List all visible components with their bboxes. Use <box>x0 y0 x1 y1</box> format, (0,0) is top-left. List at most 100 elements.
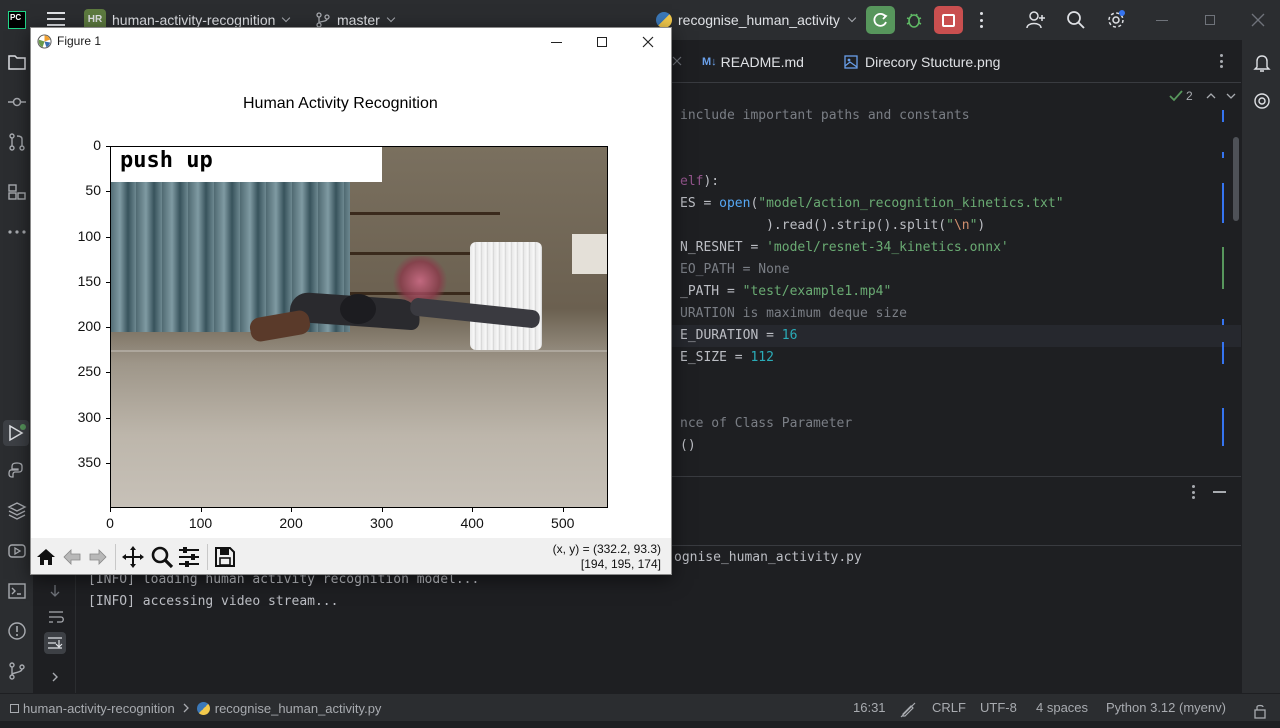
change-marker <box>1222 342 1224 364</box>
save-figure-icon[interactable] <box>213 545 237 574</box>
indent-setting[interactable]: 4 spaces <box>1036 694 1088 722</box>
problems-icon[interactable] <box>6 620 28 642</box>
notifications-icon[interactable] <box>1253 53 1271 78</box>
breadcrumb-project[interactable]: human-activity-recognition <box>23 695 175 722</box>
close-tab-icon[interactable] <box>672 54 684 68</box>
git-branch-icon <box>316 12 330 28</box>
rerun-icon <box>873 12 888 27</box>
rerun-button[interactable] <box>866 6 895 34</box>
python-console-icon[interactable] <box>6 460 28 482</box>
python-file-icon <box>196 701 210 715</box>
code-line: N_RESNET = 'model/resnet-34_kinetics.onn… <box>680 237 1009 259</box>
pull-requests-icon[interactable] <box>6 131 28 153</box>
python-interpreter[interactable]: Python 3.12 (myenv) <box>1106 694 1226 722</box>
more-tools-icon[interactable] <box>6 221 28 243</box>
code-line: E_SIZE = 112 <box>680 347 774 369</box>
git-icon[interactable] <box>6 660 28 682</box>
tab-directory-structure[interactable]: Direcory Stucture.png <box>844 40 1000 83</box>
home-icon[interactable] <box>35 546 57 573</box>
axes-frame <box>110 146 608 508</box>
y-tick-mark <box>106 462 110 464</box>
debug-button[interactable] <box>903 9 925 31</box>
y-tick-mark <box>106 327 110 328</box>
code-token: ES = <box>680 196 720 211</box>
code-token: E_DURATION = <box>680 328 782 343</box>
more-actions-icon[interactable] <box>980 12 984 28</box>
chevron-down-icon[interactable] <box>1225 91 1237 101</box>
zoom-icon[interactable] <box>150 545 174 574</box>
figure-maximize-button[interactable] <box>579 28 625 56</box>
y-tick-mark <box>106 281 110 283</box>
caret-position[interactable]: 16:31 <box>853 694 886 722</box>
configure-subplots-icon[interactable] <box>177 546 201 573</box>
figure-window[interactable]: Figure 1 Human Activity Recognition push… <box>30 27 672 575</box>
code-token: () <box>680 438 696 453</box>
run-config-selector[interactable]: recognise_human_activity <box>656 9 857 31</box>
markdown-file-icon: M↓ <box>702 55 717 68</box>
code-token: ): <box>703 174 720 189</box>
file-encoding[interactable]: UTF-8 <box>980 694 1017 722</box>
structure-tool-icon[interactable] <box>6 181 28 203</box>
close-window-button[interactable] <box>1246 10 1270 30</box>
back-icon[interactable] <box>61 546 83 573</box>
settings-icon[interactable] <box>1106 10 1126 35</box>
search-icon[interactable] <box>1066 10 1086 35</box>
readonly-toggle-icon[interactable] <box>900 700 916 718</box>
code-line: elf): <box>680 171 719 193</box>
run-tool-icon[interactable] <box>3 420 29 446</box>
code-line: () <box>680 435 696 457</box>
y-tick-label: 50 <box>85 182 101 199</box>
x-tick-label: 0 <box>106 515 114 531</box>
editor-scrollbar[interactable] <box>1233 137 1239 221</box>
terminal-icon[interactable] <box>6 580 28 602</box>
figure-title-bar[interactable]: Figure 1 <box>31 28 671 56</box>
change-marker <box>1222 183 1224 223</box>
x-tick-mark <box>200 508 202 512</box>
run-panel-options-icon[interactable] <box>1192 485 1196 499</box>
code-token: open <box>719 196 751 211</box>
scroll-to-end-icon[interactable] <box>44 632 66 654</box>
tab-options-icon[interactable] <box>1220 54 1224 68</box>
figure-canvas[interactable]: Human Activity Recognition push up 0 50 … <box>31 56 671 538</box>
ide-logo[interactable]: PC <box>8 11 26 29</box>
chevron-down-icon <box>847 13 857 23</box>
commit-tool-icon[interactable] <box>6 91 28 113</box>
restore-window-button[interactable] <box>1198 10 1222 30</box>
lock-icon[interactable] <box>1253 701 1267 719</box>
services-icon[interactable] <box>6 540 28 562</box>
soft-wrap-icon[interactable] <box>48 610 64 629</box>
change-marker <box>1222 110 1224 122</box>
python-packages-icon[interactable] <box>6 500 28 522</box>
hide-panel-button[interactable] <box>1213 491 1226 493</box>
scroll-down-icon[interactable] <box>48 584 62 603</box>
x-tick-label: 200 <box>279 515 303 531</box>
figure-toolbar: (x, y) = (332.2, 93.3) [194, 195, 174] <box>31 538 671 574</box>
code-token: 16 <box>781 328 798 343</box>
code-line: nce of Class Parameter <box>680 413 852 435</box>
ai-assistant-icon[interactable] <box>1253 92 1271 115</box>
inspection-count: 2 <box>1186 89 1193 103</box>
tab-readme[interactable]: M↓ README.md <box>702 40 804 83</box>
stop-button[interactable] <box>934 6 963 34</box>
pan-icon[interactable] <box>121 545 145 574</box>
minimize-window-button[interactable] <box>1150 10 1174 30</box>
line-separator[interactable]: CRLF <box>932 694 966 722</box>
project-tool-icon[interactable] <box>6 51 28 73</box>
code-token: _PATH = <box>680 284 743 299</box>
console-command: ognise_human_activity.py <box>674 550 862 565</box>
inspection-widget[interactable]: 2 <box>1169 88 1237 104</box>
change-marker <box>1222 408 1224 446</box>
expand-icon[interactable] <box>50 670 60 688</box>
stop-icon <box>942 13 955 27</box>
code-area[interactable]: include important paths and constants elf… <box>680 105 1220 470</box>
breadcrumb-file[interactable]: recognise_human_activity.py <box>215 695 382 722</box>
figure-minimize-button[interactable] <box>533 28 579 56</box>
y-tick-label: 0 <box>93 137 101 153</box>
cursor-coordinates: (x, y) = (332.2, 93.3) <box>552 542 661 556</box>
code-token: ).read().strip().split( <box>680 218 947 233</box>
figure-close-button[interactable] <box>625 28 671 56</box>
forward-icon[interactable] <box>87 546 109 573</box>
chevron-up-icon[interactable] <box>1205 91 1217 101</box>
add-user-icon[interactable] <box>1026 10 1046 35</box>
main-menu-icon[interactable] <box>47 12 65 26</box>
